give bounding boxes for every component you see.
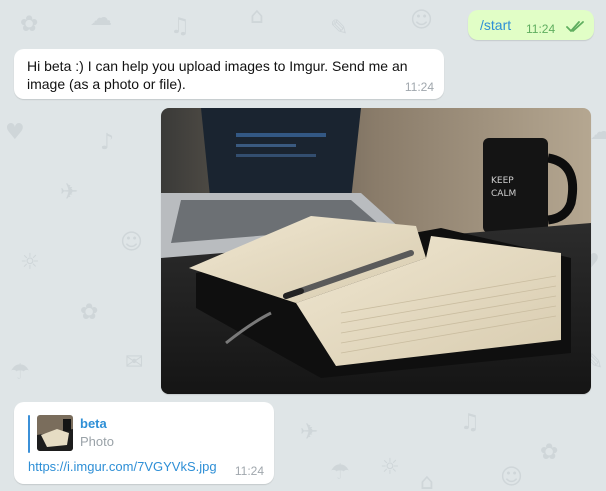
preview-accent-bar xyxy=(28,415,30,453)
incoming-message-link[interactable]: beta Photo https://i.imgur.com/7VGYVkS.j… xyxy=(14,402,274,484)
incoming-message-greeting[interactable]: Hi beta :) I can help you upload images … xyxy=(14,49,444,99)
svg-text:CALM: CALM xyxy=(491,189,516,199)
imgur-link[interactable]: https://i.imgur.com/7VGYVkS.jpg xyxy=(28,459,217,474)
svg-text:KEEP: KEEP xyxy=(491,176,514,186)
message-time: 11:24 xyxy=(526,22,556,36)
preview-subtitle: Photo xyxy=(80,434,114,449)
notebook-laptop-photo: KEEP CALM xyxy=(161,108,591,394)
message-time: 11:24 xyxy=(234,464,264,478)
preview-title: beta xyxy=(80,416,107,431)
message-time: 11:24 xyxy=(404,80,434,94)
photo-message[interactable]: KEEP CALM xyxy=(161,108,591,394)
photo-thumbnail[interactable] xyxy=(37,415,73,451)
message-text: Hi beta :) I can help you upload images … xyxy=(27,58,408,92)
outgoing-message-start[interactable]: /start 11:24 xyxy=(468,10,594,40)
bot-command-link[interactable]: /start xyxy=(480,17,511,33)
double-check-icon xyxy=(566,20,586,39)
